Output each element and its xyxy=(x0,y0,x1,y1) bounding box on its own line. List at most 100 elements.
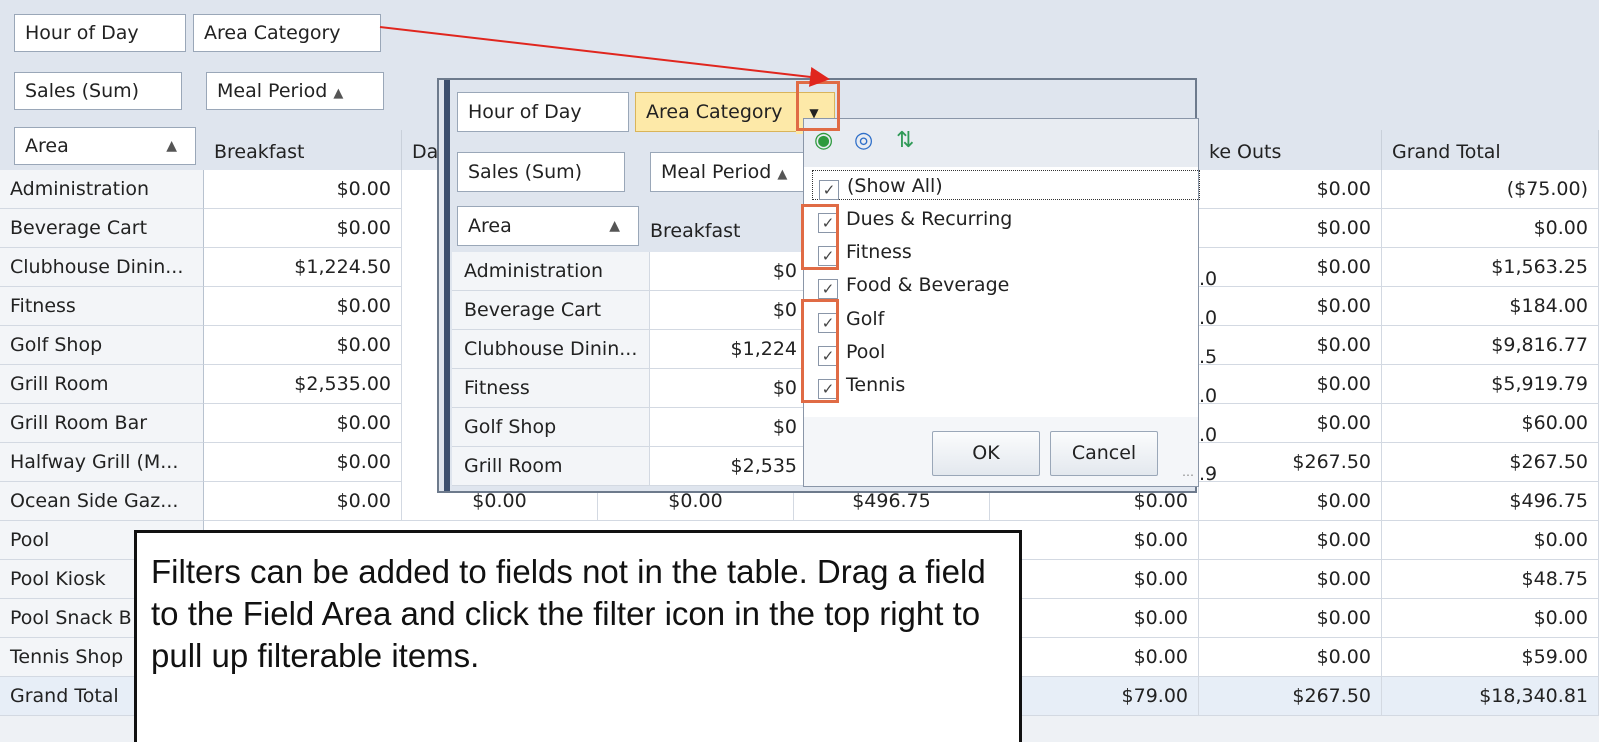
cell-take-outs: $0.00 xyxy=(1199,404,1382,443)
cell-take-outs: $0.00 xyxy=(1199,365,1382,404)
field-area[interactable]: Area ▲ xyxy=(14,127,196,165)
filter-item-label: Tennis xyxy=(846,374,906,396)
checkbox-checked-icon[interactable]: ✓ xyxy=(818,279,838,299)
cell-take-outs: $267.50 xyxy=(1199,443,1382,482)
cell-grand-total: $267.50 xyxy=(1382,443,1599,482)
filter-item-label: Dues & Recurring xyxy=(846,208,1013,230)
cell-breakfast: $0.00 xyxy=(204,287,402,326)
checkbox-checked-icon[interactable]: ✓ xyxy=(819,180,839,200)
filter-item-label: Pool xyxy=(846,341,886,363)
resize-grip-icon[interactable]: ⋯ xyxy=(1182,468,1194,482)
cell-grand-total: ($75.00) xyxy=(1382,170,1599,209)
column-header-label: Breakfast xyxy=(214,141,305,163)
column-header-grand-total[interactable]: Grand Total xyxy=(1382,130,1599,170)
filter-item-pool[interactable]: ✓ Pool xyxy=(818,337,885,367)
field-hour-of-day[interactable]: Hour of Day xyxy=(14,14,186,52)
field-label: Area xyxy=(25,135,69,157)
radio-icon[interactable]: ◎ xyxy=(854,128,873,153)
cell-grand-total: $0.00 xyxy=(1382,599,1599,638)
field-label: Hour of Day xyxy=(468,101,582,123)
field-meal-period[interactable]: Meal Period ▲ xyxy=(206,72,384,110)
ok-button[interactable]: OK xyxy=(932,431,1040,476)
row-header[interactable]: Fitness xyxy=(452,369,650,408)
instruction-callout: Filters can be added to fields not in th… xyxy=(134,530,1022,742)
cell-grand-total: $1,563.25 xyxy=(1382,248,1599,287)
filter-item-label: Fitness xyxy=(846,241,912,263)
cell-grand-total: $0.00 xyxy=(1382,209,1599,248)
cell-value: .98 xyxy=(1199,463,1217,485)
field-sales-sum[interactable]: Sales (Sum) xyxy=(457,152,625,192)
row-header[interactable]: Grill Room xyxy=(0,365,204,404)
row-header[interactable]: Golf Shop xyxy=(0,326,204,365)
field-label: Meal Period xyxy=(217,80,328,102)
cell-breakfast: $0.00 xyxy=(204,443,402,482)
checkbox-checked-icon[interactable]: ✓ xyxy=(818,346,838,366)
filter-toolbar: ◉ ◎ ⇅ xyxy=(804,119,1198,167)
row-header[interactable]: Grill Room xyxy=(452,447,650,486)
row-header[interactable]: Ocean Side Gaz... xyxy=(0,482,204,521)
field-area[interactable]: Area ▲ xyxy=(457,206,639,246)
field-sales-sum[interactable]: Sales (Sum) xyxy=(14,72,182,110)
cancel-button[interactable]: Cancel xyxy=(1050,431,1158,476)
cell-take-outs: $0.00 xyxy=(1199,209,1382,248)
row-header[interactable]: Halfway Grill (M... xyxy=(0,443,204,482)
sort-ascending-icon: ▲ xyxy=(333,86,344,101)
filter-item-show-all[interactable]: ✓ (Show All) xyxy=(812,170,1200,200)
cell-grand-total: $9,816.77 xyxy=(1382,326,1599,365)
row-header[interactable]: Beverage Cart xyxy=(0,209,204,248)
column-header-breakfast[interactable]: Breakfast xyxy=(204,130,402,170)
checkbox-checked-icon[interactable]: ✓ xyxy=(818,246,838,266)
cell-breakfast: $0.00 xyxy=(204,170,402,209)
field-hour-of-day[interactable]: Hour of Day xyxy=(457,92,629,132)
sort-ascending-icon: ▲ xyxy=(166,138,177,154)
checkbox-checked-icon[interactable]: ✓ xyxy=(818,313,838,333)
field-label: Meal Period xyxy=(661,161,772,183)
cell-grand-total: $48.75 xyxy=(1382,560,1599,599)
cell-breakfast: $1,224.50 xyxy=(204,248,402,287)
filter-item-label: (Show All) xyxy=(847,175,943,197)
column-header-label: Grand Total xyxy=(1392,141,1501,163)
filter-item-fitness[interactable]: ✓ Fitness xyxy=(818,237,912,267)
cell-take-outs: $0.00 xyxy=(1199,638,1382,677)
cell-grand-total: $18,340.81 xyxy=(1382,677,1599,716)
row-header[interactable]: Grill Room Bar xyxy=(0,404,204,443)
cell-breakfast: $0.00 xyxy=(204,209,402,248)
column-header-take-outs[interactable]: ke Outs xyxy=(1199,130,1382,170)
callout-text: Filters can be added to fields not in th… xyxy=(151,553,986,674)
field-area-category[interactable]: Area Category xyxy=(193,14,381,52)
filter-item-food-beverage[interactable]: ✓ Food & Beverage xyxy=(818,270,1009,300)
cell-value: .50 xyxy=(1199,346,1217,368)
row-header[interactable]: Clubhouse Dinin... xyxy=(0,248,204,287)
row-header[interactable]: Administration xyxy=(452,252,650,291)
cell-value: .00 xyxy=(1199,268,1217,290)
row-header[interactable]: Beverage Cart xyxy=(452,291,650,330)
column-header-partial[interactable]: Da xyxy=(402,130,442,170)
checkbox-checked-icon[interactable]: ✓ xyxy=(818,379,838,399)
show-checked-icon[interactable]: ◉ xyxy=(814,128,833,153)
cell-breakfast: $1,224 xyxy=(650,330,805,369)
field-label: Area Category xyxy=(646,101,783,123)
sort-icon[interactable]: ⇅ xyxy=(896,128,914,153)
row-header[interactable]: Golf Shop xyxy=(452,408,650,447)
filter-item-dues-recurring[interactable]: ✓ Dues & Recurring xyxy=(818,204,1012,234)
cell-value: .00 xyxy=(1199,424,1217,446)
cell-take-outs: $0.00 xyxy=(1199,326,1382,365)
sort-ascending-icon: ▲ xyxy=(609,218,620,234)
row-header[interactable]: Fitness xyxy=(0,287,204,326)
cell-take-outs: $0.00 xyxy=(1199,170,1382,209)
cell-take-outs: $0.00 xyxy=(1199,482,1382,521)
row-header[interactable]: Clubhouse Dinin... xyxy=(452,330,650,369)
cell-take-outs: $0.00 xyxy=(1199,599,1382,638)
filter-item-tennis[interactable]: ✓ Tennis xyxy=(818,370,905,400)
filter-item-label: Food & Beverage xyxy=(846,274,1010,296)
field-label: Area xyxy=(468,215,512,237)
column-header-breakfast[interactable]: Breakfast xyxy=(650,220,740,242)
cell-grand-total: $184.00 xyxy=(1382,287,1599,326)
row-header[interactable]: Administration xyxy=(0,170,204,209)
cell-breakfast: $0 xyxy=(650,252,805,291)
filter-item-golf[interactable]: ✓ Golf xyxy=(818,304,884,334)
cell-breakfast: $0 xyxy=(650,291,805,330)
checkbox-checked-icon[interactable]: ✓ xyxy=(818,213,838,233)
cell-breakfast: $0 xyxy=(650,408,805,447)
filter-item-label: Golf xyxy=(846,308,885,330)
